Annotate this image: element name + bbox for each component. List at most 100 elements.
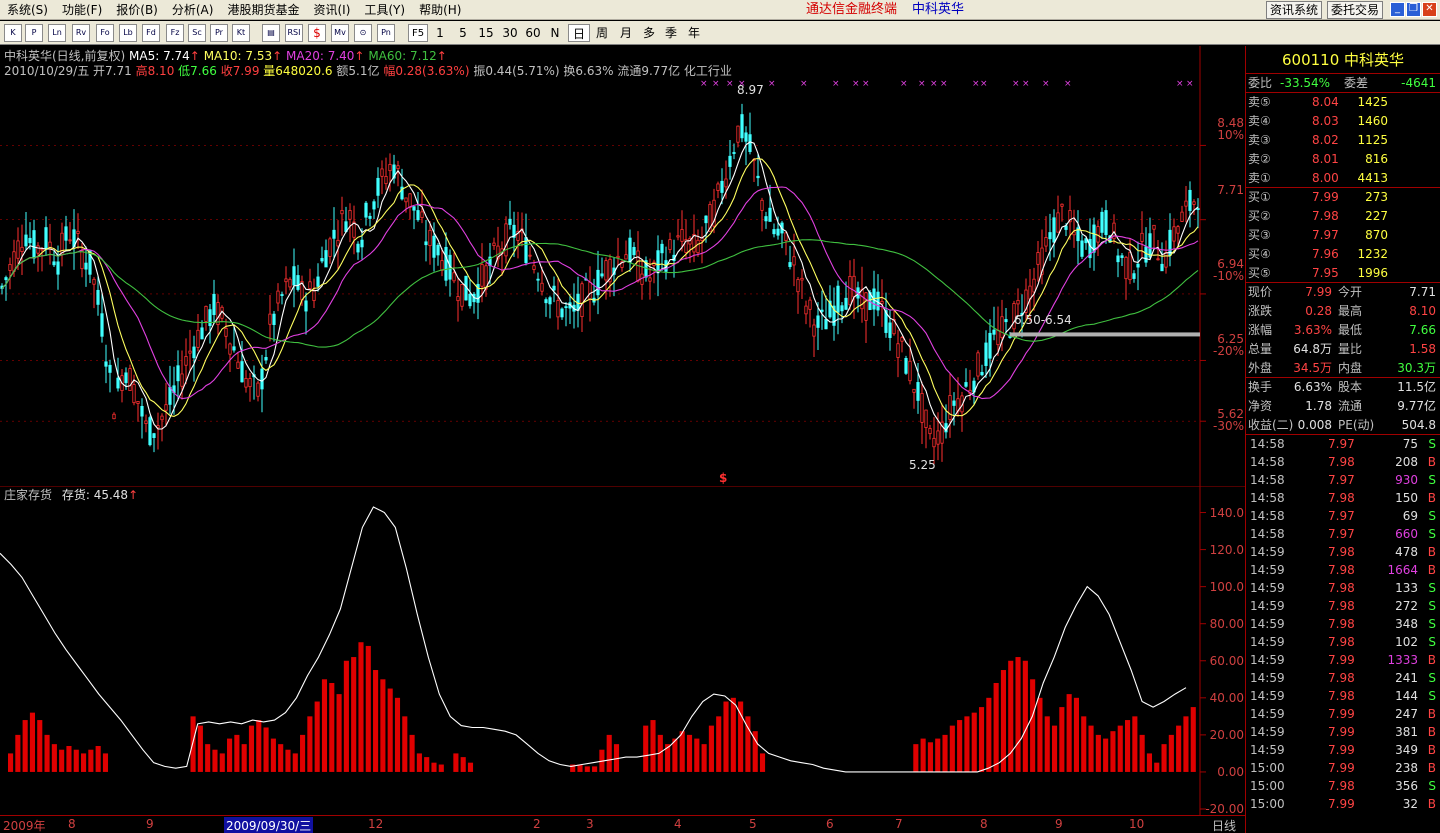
inventory-bar <box>358 642 364 772</box>
menu-hk-futures-funds[interactable]: 港股期货基金 <box>220 0 306 20</box>
screen-icon[interactable]: Sc <box>188 24 206 42</box>
inventory-y-tick-label: 100.0 <box>1209 579 1244 594</box>
menu-info[interactable]: 资讯(I) <box>306 0 357 20</box>
f5-button[interactable]: F5 <box>408 24 428 42</box>
ask-label: 卖① <box>1248 171 1271 185</box>
tick-side: S <box>1428 437 1436 451</box>
inventory-bar <box>321 679 328 772</box>
menu-analysis[interactable]: 分析(A) <box>165 0 221 20</box>
period-day[interactable]: 日 <box>568 24 590 42</box>
fz-icon[interactable]: Fz <box>166 24 184 42</box>
inventory-bar <box>927 742 933 772</box>
ask-row: 卖④ 8.03 1460 <box>1246 112 1440 131</box>
stat-value: 7.66 <box>1409 323 1436 337</box>
inventory-bar <box>343 660 349 772</box>
financial-data-icon[interactable]: Fd <box>142 24 160 42</box>
inventory-bar <box>1066 694 1072 772</box>
fund-row: 净资 1.78 流通 9.77亿 <box>1246 397 1440 416</box>
candle-body <box>1160 263 1164 272</box>
fundamentals: 换手 6.63% 股本 11.5亿 净资 1.78 流通 9.77亿 收益(二) 0.008 PE(… <box>1246 378 1440 435</box>
kline-type-icon[interactable]: Kt <box>232 24 250 42</box>
tick-time: 14:58 <box>1250 491 1285 505</box>
price-icon[interactable]: P <box>25 24 43 42</box>
inventory-bar <box>59 749 65 772</box>
inventory-chart[interactable]: 庄家存货 存货: 45.48↑ 140.0 120.0 100.0 80.00 60.0… <box>0 486 1245 816</box>
print-icon[interactable]: Pr <box>210 24 228 42</box>
tick-list[interactable]: 14:58 7.97 75 S 14:58 7.98 208 B 14:58 7.97 930 S 14… <box>1246 435 1440 813</box>
candle-body <box>888 322 892 338</box>
tick-side: B <box>1427 761 1436 775</box>
info-system-button[interactable]: 资讯系统 <box>1266 1 1323 19</box>
inventory-bar <box>44 734 50 772</box>
chart-icon[interactable]: ▤ <box>262 24 280 42</box>
candle-body <box>468 293 472 307</box>
candle-body <box>1004 319 1008 323</box>
tick-volume: 247 <box>1395 707 1418 721</box>
period-month[interactable]: 月 <box>616 24 636 42</box>
close-icon[interactable]: ✕ <box>1422 2 1437 17</box>
tick-volume: 238 <box>1395 761 1418 775</box>
inventory-bar <box>73 749 79 772</box>
ask-row: 卖② 8.01 816 <box>1246 150 1440 169</box>
candle-body <box>396 165 400 170</box>
candle-body <box>1132 273 1136 279</box>
period-week[interactable]: 周 <box>592 24 612 42</box>
inventory-bar <box>467 762 474 772</box>
period-n[interactable]: N <box>547 24 563 42</box>
stat-label: 最高 <box>1338 304 1363 318</box>
line-chart-icon[interactable]: Ln <box>48 24 66 42</box>
menu-system[interactable]: 系统(S) <box>0 0 55 20</box>
candle-body <box>632 246 636 256</box>
period-15min[interactable]: 15 <box>476 24 496 42</box>
tick-price: 7.99 <box>1328 653 1355 667</box>
kline-icon[interactable]: K <box>4 24 22 42</box>
period-5min[interactable]: 5 <box>455 24 471 42</box>
dollar-icon[interactable]: $ <box>308 24 326 42</box>
formula-icon[interactable]: Fo <box>96 24 114 42</box>
trade-order-button[interactable]: 委托交易 <box>1327 1 1384 19</box>
menu-help[interactable]: 帮助(H) <box>412 0 468 20</box>
candle-body <box>1044 237 1048 247</box>
tick-row: 15:00 7.99 32 B <box>1246 795 1440 813</box>
inventory-bar <box>1073 697 1079 772</box>
menu-function[interactable]: 功能(F) <box>55 0 109 20</box>
inventory-bar <box>1051 725 1058 772</box>
tick-side: S <box>1428 635 1436 649</box>
inventory-bar <box>234 734 240 772</box>
period-multi[interactable]: 多 <box>639 24 659 42</box>
candle-body <box>508 218 512 225</box>
move-icon[interactable]: Mv <box>331 24 349 42</box>
ma5-label: MA5: 7.74 <box>129 49 190 63</box>
inventory-bar <box>190 716 196 772</box>
stat-row: 涨跌 0.28 最高 8.10 <box>1246 302 1440 321</box>
period-1min[interactable]: 1 <box>432 24 448 42</box>
candle-body <box>1140 232 1144 242</box>
period-60min[interactable]: 60 <box>523 24 543 42</box>
review-icon[interactable]: Rv <box>72 24 90 42</box>
candle-body <box>852 275 856 298</box>
layout-icon[interactable]: Lb <box>119 24 137 42</box>
candle-body <box>1192 201 1196 205</box>
candle-body <box>1152 224 1156 230</box>
fund-row: 换手 6.63% 股本 11.5亿 <box>1246 378 1440 397</box>
period-30min[interactable]: 30 <box>500 24 520 42</box>
candle-body <box>1156 258 1160 261</box>
menu-quote[interactable]: 报价(B) <box>109 0 165 20</box>
candle-body <box>12 251 16 272</box>
signal-marker: × <box>862 79 870 89</box>
tick-time: 14:59 <box>1250 581 1285 595</box>
restore-icon[interactable]: ❐ <box>1406 2 1421 17</box>
period-year[interactable]: 年 <box>684 24 704 42</box>
price-chart[interactable]: × × × × × × × × × × × × × × × × × × × × × 中科英华(日线,前复权) MA5: … <box>0 46 1245 486</box>
menu-tools[interactable]: 工具(Y) <box>357 0 412 20</box>
rsi-icon[interactable]: RSI <box>285 24 303 42</box>
x-axis-label: 5 <box>749 817 757 831</box>
candle-body <box>104 361 108 367</box>
inventory-bar <box>22 720 28 772</box>
zoom-icon[interactable]: ⊙ <box>354 24 372 42</box>
minimize-icon[interactable]: _ <box>1390 2 1405 17</box>
period-quarter[interactable]: 季 <box>661 24 681 42</box>
tick-price: 7.98 <box>1328 779 1355 793</box>
inventory-bar <box>438 764 444 772</box>
pencil-icon[interactable]: Pn <box>377 24 395 42</box>
